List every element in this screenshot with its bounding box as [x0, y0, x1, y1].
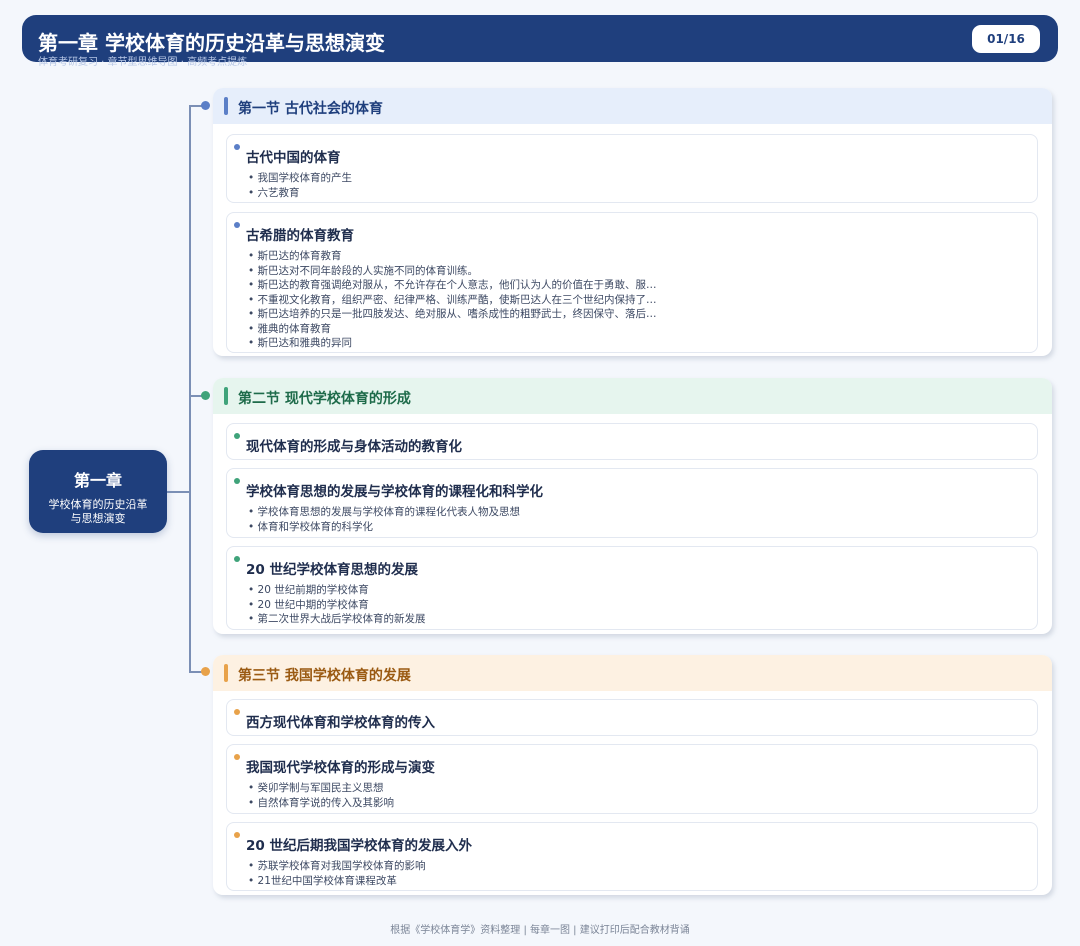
topic-point: 不重视文化教育，组织严密、纪律严格、训练严酷，使斯巴达人在三个世纪内保持了…: [248, 293, 657, 308]
topic-points: 苏联学校体育对我国学校体育的影响 21世纪中国学校体育课程改革: [248, 859, 426, 888]
topic-dot: [234, 754, 240, 760]
topic-point: 斯巴达对不同年龄段的人实施不同的体育训练。: [248, 264, 657, 279]
topic-title: 古代中国的体育: [246, 150, 341, 166]
footer-note: 根据《学校体育学》资料整理 | 每章一图 | 建议打印后配合教材背诵: [390, 925, 690, 936]
section-china-school-sports: 第三节 我国学校体育的发展 西方现代体育和学校体育的传入 我国现代学校体育的形成…: [213, 655, 1052, 895]
topic-point: 20 世纪中期的学校体育: [248, 598, 426, 613]
page-indicator: 01/16: [972, 25, 1040, 53]
root-title: 第一章: [73, 471, 122, 490]
section-title: 第二节 现代学校体育的形成: [238, 391, 411, 407]
section-header: 第二节 现代学校体育的形成: [213, 378, 1052, 414]
topic-point: 六艺教育: [248, 186, 352, 201]
topic-title: 20 世纪后期我国学校体育的发展入外: [246, 838, 472, 854]
topic-title: 20 世纪学校体育思想的发展: [246, 562, 418, 578]
topic-title: 我国现代学校体育的形成与演变: [246, 760, 435, 776]
topic-card: 西方现代体育和学校体育的传入: [226, 699, 1038, 736]
topic-dot: [234, 478, 240, 484]
section-title: 第三节 我国学校体育的发展: [238, 668, 411, 684]
topic-card: 20 世纪后期我国学校体育的发展入外 苏联学校体育对我国学校体育的影响 21世纪…: [226, 822, 1038, 891]
page-title: 第一章 学校体育的历史沿革与思想演变: [38, 31, 385, 55]
branch-dot-3: [201, 667, 210, 676]
topic-point: 学校体育思想的发展与学校体育的课程化代表人物及思想: [248, 505, 521, 520]
connector-root-horizontal: [167, 491, 190, 493]
topic-point: 斯巴达的体育教育: [248, 249, 657, 264]
topic-dot: [234, 144, 240, 150]
topic-point: 癸卯学制与军国民主义思想: [248, 781, 394, 796]
topic-card: 20 世纪学校体育思想的发展 20 世纪前期的学校体育 20 世纪中期的学校体育…: [226, 546, 1038, 630]
header-bar: 第一章 学校体育的历史沿革与思想演变 体育考研复习 · 章节型思维导图 · 高频…: [22, 15, 1058, 68]
topic-point: 斯巴达培养的只是一批四肢发达、绝对服从、嗜杀成性的粗野武士，终因保守、落后…: [248, 307, 657, 322]
topic-point: 20 世纪前期的学校体育: [248, 583, 426, 598]
topic-point: 雅典的体育教育: [248, 322, 657, 337]
topic-point: 斯巴达的教育强调绝对服从，不允许存在个人意志，他们认为人的价值在于勇敢、服…: [248, 278, 657, 293]
topic-dot: [234, 222, 240, 228]
root-subtitle: 学校体育的历史沿革 与思想演变: [29, 498, 167, 526]
topic-point: 体育和学校体育的科学化: [248, 520, 520, 535]
topic-title: 古希腊的体育教育: [246, 228, 354, 244]
topic-card: 古代中国的体育 我国学校体育的产生 六艺教育: [226, 134, 1038, 203]
topic-card: 古希腊的体育教育 斯巴达的体育教育 斯巴达对不同年龄段的人实施不同的体育训练。 …: [226, 212, 1038, 353]
topic-points: 我国学校体育的产生 六艺教育: [248, 171, 353, 201]
topic-point: 苏联学校体育对我国学校体育的影响: [248, 859, 426, 874]
topic-point: 斯巴达和雅典的异同: [248, 336, 657, 351]
topic-points: 斯巴达的体育教育 斯巴达对不同年龄段的人实施不同的体育训练。 斯巴达的教育强调绝…: [248, 249, 657, 351]
topic-point: 我国学校体育的产生: [248, 171, 353, 186]
section-header: 第一节 古代社会的体育: [213, 88, 1052, 124]
topic-card: 学校体育思想的发展与学校体育的课程化和科学化 学校体育思想的发展与学校体育的课程…: [226, 468, 1038, 538]
page-subtitle: 体育考研复习 · 章节型思维导图 · 高频考点提炼: [38, 57, 248, 68]
topic-card: 我国现代学校体育的形成与演变 癸卯学制与军国民主义思想 自然体育学说的传入及其影…: [226, 744, 1038, 814]
topic-points: 学校体育思想的发展与学校体育的课程化代表人物及思想 体育和学校体育的科学化: [248, 505, 521, 535]
branch-dot-1: [201, 101, 210, 110]
section-accent-bar: [224, 97, 228, 115]
topic-title: 现代体育的形成与身体活动的教育化: [246, 439, 462, 455]
topic-dot: [234, 556, 240, 562]
topic-dot: [234, 832, 240, 838]
topic-points: 20 世纪前期的学校体育 20 世纪中期的学校体育 第二次世界大战后学校体育的新…: [248, 583, 426, 627]
root-node: 第一章 学校体育的历史沿革 与思想演变: [29, 450, 167, 533]
topic-point: 自然体育学说的传入及其影响: [248, 796, 395, 811]
section-modern-school-sports: 第二节 现代学校体育的形成 现代体育的形成与身体活动的教育化 学校体育思想的发展…: [213, 378, 1052, 634]
connector-trunk-vertical: [189, 106, 191, 673]
section-title: 第一节 古代社会的体育: [238, 101, 383, 117]
topic-points: 癸卯学制与军国民主义思想 自然体育学说的传入及其影响: [248, 781, 395, 811]
section-accent-bar: [224, 664, 228, 682]
topic-dot: [234, 433, 240, 439]
topic-point: 21世纪中国学校体育课程改革: [248, 874, 426, 889]
section-header: 第三节 我国学校体育的发展: [213, 655, 1052, 691]
branch-dot-2: [201, 391, 210, 400]
topic-dot: [234, 709, 240, 715]
section-accent-bar: [224, 387, 228, 405]
root-subtitle-line2: 与思想演变: [70, 512, 126, 525]
root-subtitle-line1: 学校体育的历史沿革: [48, 498, 148, 511]
topic-title: 西方现代体育和学校体育的传入: [246, 715, 435, 731]
topic-card: 现代体育的形成与身体活动的教育化: [226, 423, 1038, 460]
topic-title: 学校体育思想的发展与学校体育的课程化和科学化: [246, 484, 543, 500]
topic-point: 第二次世界大战后学校体育的新发展: [248, 612, 426, 627]
section-ancient-sports: 第一节 古代社会的体育 古代中国的体育 我国学校体育的产生 六艺教育 古希腊的体…: [213, 88, 1052, 356]
